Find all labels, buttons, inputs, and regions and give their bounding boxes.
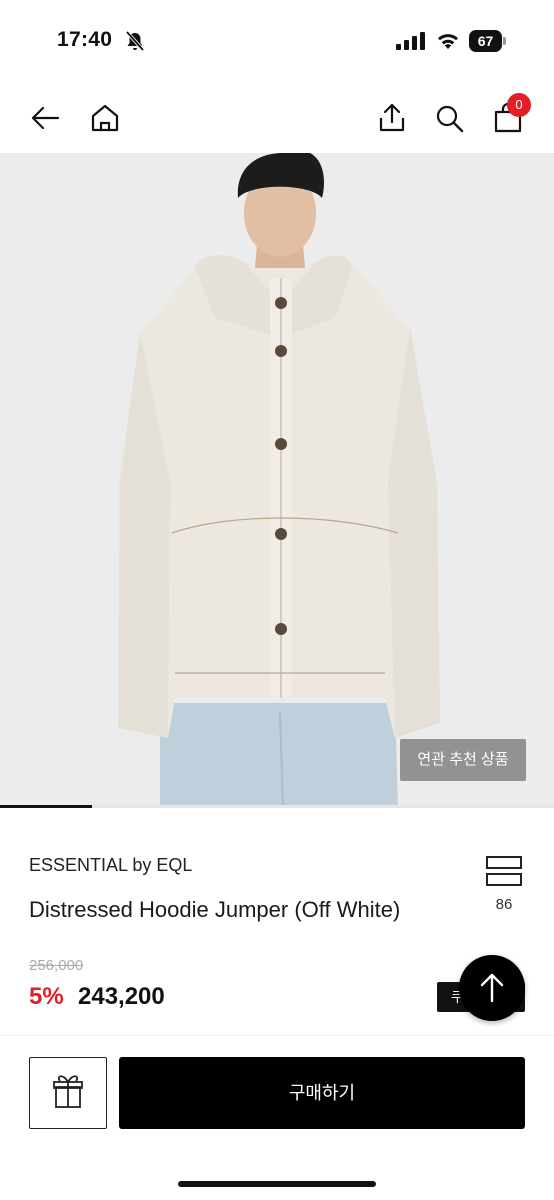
original-price: 256,000 (29, 957, 84, 974)
footer-divider (0, 1035, 554, 1036)
cart-count-badge: 0 (507, 93, 531, 117)
battery-icon: 67 (469, 30, 507, 52)
product-photo (0, 153, 554, 808)
compare-count: 86 (495, 896, 513, 913)
size-compare-icon[interactable] (485, 855, 523, 887)
discount-rate: 5% (29, 983, 64, 1010)
search-icon[interactable] (431, 100, 467, 136)
buy-button[interactable]: 구매하기 (119, 1057, 525, 1129)
related-products-button[interactable]: 연관 추천 상품 (400, 739, 526, 781)
gift-icon (53, 1075, 83, 1108)
sale-price: 243,200 (78, 983, 165, 1010)
back-arrow-icon[interactable] (28, 100, 64, 136)
image-slider-progress (0, 805, 92, 808)
bell-muted-icon (125, 30, 145, 52)
status-time: 17:40 (57, 28, 113, 51)
home-indicator (178, 1181, 376, 1187)
signal-icon (396, 32, 425, 50)
home-icon[interactable] (87, 100, 123, 136)
arrow-up-icon (480, 973, 504, 1003)
brand-name[interactable]: ESSENTIAL by EQL (29, 855, 192, 876)
gift-button[interactable] (29, 1057, 107, 1129)
share-icon[interactable] (374, 100, 410, 136)
scroll-to-top-button[interactable] (459, 955, 525, 1021)
battery-level: 67 (469, 30, 502, 52)
product-title: Distressed Hoodie Jumper (Off White) (29, 897, 401, 922)
wifi-icon (438, 34, 458, 49)
product-image[interactable] (0, 153, 554, 808)
